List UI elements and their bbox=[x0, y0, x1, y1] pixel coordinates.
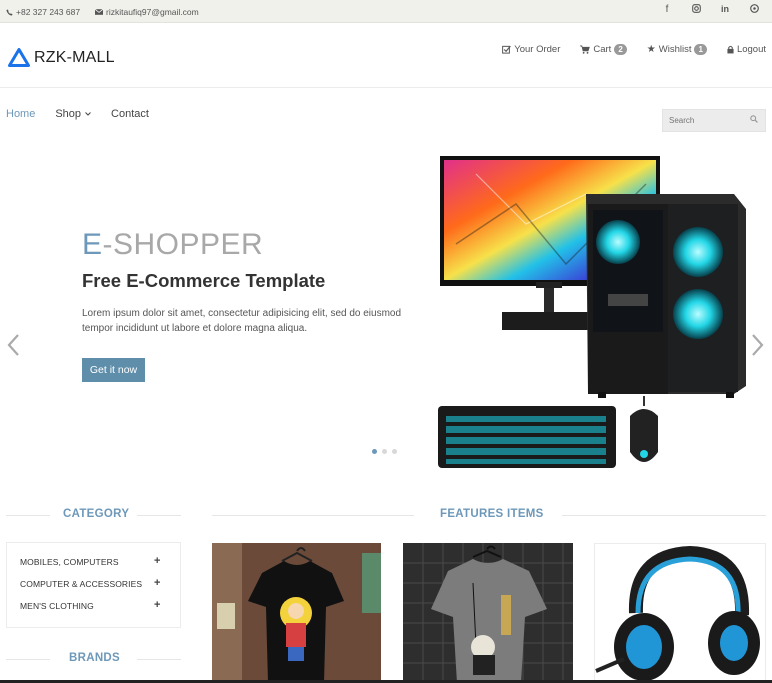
logout-label: Logout bbox=[736, 44, 766, 55]
cart-count-badge: 2 bbox=[614, 44, 627, 55]
social-links: f in bbox=[661, 4, 760, 16]
cart-link[interactable]: Cart 2 bbox=[580, 44, 627, 55]
nav-shop[interactable]: Shop bbox=[55, 108, 91, 120]
star-icon: ★ bbox=[646, 44, 656, 55]
your-order-link[interactable]: Your Order bbox=[502, 44, 560, 55]
site-logo[interactable]: RZK-MALL bbox=[8, 48, 115, 67]
envelope-icon bbox=[95, 9, 103, 15]
hero-title-e: E bbox=[82, 228, 103, 261]
linkedin-icon[interactable]: in bbox=[719, 4, 731, 16]
search-input[interactable] bbox=[663, 110, 743, 131]
carousel-dot[interactable] bbox=[372, 449, 377, 454]
category-heading: CATEGORY bbox=[63, 508, 130, 520]
expand-plus-icon[interactable]: + bbox=[154, 577, 160, 589]
main-nav: Home Shop Contact bbox=[6, 108, 149, 120]
top-bar: +82 327 243 687 rizkitaufiq97@gmail.com … bbox=[0, 0, 772, 23]
hero-subtitle: Free E-Commerce Template bbox=[82, 270, 326, 291]
expand-plus-icon[interactable]: + bbox=[154, 555, 160, 567]
divider bbox=[137, 659, 181, 660]
divider bbox=[137, 515, 181, 516]
nav-shop-label: Shop bbox=[55, 108, 82, 120]
divider bbox=[6, 515, 50, 516]
cart-icon bbox=[580, 45, 591, 54]
hero-title-rest: -SHOPPER bbox=[102, 228, 264, 261]
product-card[interactable] bbox=[403, 543, 573, 683]
product-image-gaming-headset bbox=[594, 543, 766, 683]
email-contact: rizkitaufiq97@gmail.com bbox=[95, 7, 199, 17]
search-box bbox=[662, 109, 766, 132]
category-item[interactable]: MEN'S CLOTHING bbox=[20, 601, 94, 611]
divider bbox=[562, 515, 766, 516]
category-item[interactable]: MOBILES, COMPUTERS bbox=[20, 557, 119, 567]
divider bbox=[6, 659, 50, 660]
email-address: rizkitaufiq97@gmail.com bbox=[106, 7, 199, 17]
checkbox-icon bbox=[502, 45, 512, 54]
carousel-indicators bbox=[372, 449, 397, 454]
search-icon[interactable] bbox=[750, 115, 758, 123]
logo-text: RZK-MALL bbox=[34, 48, 115, 66]
divider bbox=[212, 515, 414, 516]
brands-heading: BRANDS bbox=[69, 652, 120, 664]
logo-triangle-icon bbox=[8, 48, 30, 67]
product-card[interactable] bbox=[212, 543, 381, 683]
cart-label: Cart bbox=[593, 44, 612, 55]
logout-link[interactable]: Logout bbox=[727, 44, 766, 55]
facebook-icon[interactable]: f bbox=[661, 4, 673, 16]
your-order-label: Your Order bbox=[514, 44, 561, 55]
phone-contact: +82 327 243 687 bbox=[6, 7, 80, 17]
carousel-next-arrow[interactable] bbox=[751, 333, 765, 357]
phone-number: +82 327 243 687 bbox=[16, 7, 81, 17]
category-item[interactable]: COMPUTER & ACCESSORIES bbox=[20, 579, 142, 589]
product-image-grey-tshirt bbox=[403, 543, 573, 683]
category-list: MOBILES, COMPUTERS + COMPUTER & ACCESSOR… bbox=[6, 542, 181, 628]
carousel-dot[interactable] bbox=[382, 449, 387, 454]
site-header: RZK-MALL Your Order Cart 2 ★ Wishlist 1 … bbox=[0, 24, 772, 88]
lock-icon bbox=[727, 45, 734, 54]
hero-description: Lorem ipsum dolor sit amet, consectetur … bbox=[82, 308, 402, 334]
chevron-down-icon bbox=[85, 112, 91, 116]
get-it-now-button[interactable]: Get it now bbox=[82, 358, 145, 382]
product-image-black-tshirt bbox=[212, 543, 381, 683]
phone-icon bbox=[6, 8, 13, 16]
hero-product-image bbox=[438, 156, 746, 468]
nav-home[interactable]: Home bbox=[6, 108, 35, 120]
instagram-icon[interactable] bbox=[690, 4, 702, 16]
user-menu: Your Order Cart 2 ★ Wishlist 1 Logout bbox=[502, 44, 766, 55]
carousel-dot[interactable] bbox=[392, 449, 397, 454]
nav-contact[interactable]: Contact bbox=[111, 108, 149, 120]
carousel-prev-arrow[interactable] bbox=[6, 333, 20, 357]
wishlist-count-badge: 1 bbox=[694, 44, 707, 55]
wishlist-label: Wishlist bbox=[658, 44, 692, 55]
product-card[interactable] bbox=[594, 543, 766, 683]
features-heading: FEATURES ITEMS bbox=[440, 508, 544, 520]
wishlist-link[interactable]: ★ Wishlist 1 bbox=[647, 44, 707, 55]
github-icon[interactable] bbox=[748, 4, 760, 16]
expand-plus-icon[interactable]: + bbox=[154, 599, 160, 611]
hero-title: E-SHOPPER bbox=[82, 228, 263, 262]
